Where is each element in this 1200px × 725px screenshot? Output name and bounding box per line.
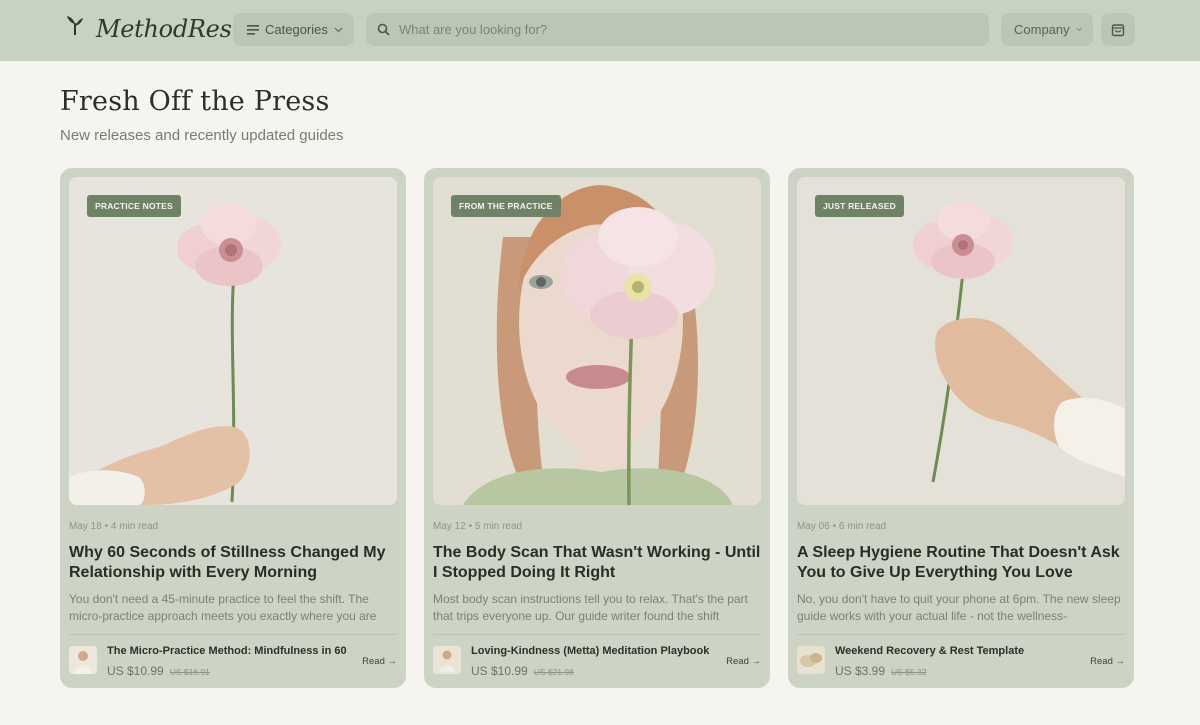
article-card[interactable]: JUST RELEASED May 06 • 6 min read A Slee… [788,168,1134,688]
article-title[interactable]: The Body Scan That Wasn't Working - Unti… [433,543,763,582]
current-price: US $10.99 [107,664,164,678]
article-meta: May 18 • 4 min read [69,521,159,532]
article-title[interactable]: A Sleep Hygiene Routine That Doesn't Ask… [797,543,1127,582]
product-thumbnail [69,646,97,674]
chevron-down-icon [1076,27,1083,32]
read-link[interactable]: Read → [1090,656,1125,667]
sprout-icon [67,16,83,35]
divider [797,634,1125,635]
article-excerpt: Most body scan instructions tell you to … [433,592,748,623]
company-label: Company [1014,22,1070,37]
current-price: US $10.99 [471,664,528,678]
article-image[interactable]: PRACTICE NOTES [69,177,397,505]
product-name[interactable]: The Micro-Practice Method: Mindfulness i… [107,645,357,657]
product-price: US $10.99 US $16.91 [107,664,210,678]
article-image[interactable]: FROM THE PRACTICE [433,177,761,505]
chevron-down-icon [334,27,343,32]
current-price: US $3.99 [835,664,886,678]
section-title: Fresh Off the Press [60,86,330,117]
article-image[interactable]: JUST RELEASED [797,177,1125,505]
menu-icon [247,24,259,35]
search-input[interactable]: What are you looking for? [399,22,547,37]
categories-label: Categories [265,22,328,37]
article-excerpt: You don't need a 45-minute practice to f… [69,592,377,623]
divider [69,634,397,635]
article-card[interactable]: PRACTICE NOTES May 18 • 4 min read Why 6… [60,168,406,688]
original-price: US $21.98 [533,667,574,677]
original-price: US $16.91 [169,667,210,677]
original-price: US $5.32 [891,667,927,677]
read-link[interactable]: Read → [362,656,397,667]
category-tag: FROM THE PRACTICE [451,195,561,217]
top-header: MethodRest Categories What are you looki… [0,0,1200,61]
company-dropdown[interactable]: Company [1001,13,1093,46]
article-meta: May 12 • 5 min read [433,521,523,532]
brand-logo[interactable]: MethodRest [66,14,241,43]
shopping-bag-icon [1111,23,1125,36]
article-card[interactable]: FROM THE PRACTICE May 12 • 5 min read Th… [424,168,770,688]
product-name[interactable]: Loving-Kindness (Metta) Meditation Playb… [471,645,721,657]
section-subtitle: New releases and recently updated guides [60,127,344,144]
cart-button[interactable] [1101,13,1135,46]
divider [433,634,761,635]
product-name[interactable]: Weekend Recovery & Rest Template [835,645,1085,657]
read-link[interactable]: Read → [726,656,761,667]
search-icon [377,23,390,36]
category-tag: PRACTICE NOTES [87,195,181,217]
article-meta: May 06 • 6 min read [797,521,887,532]
product-thumbnail [433,646,461,674]
product-price: US $3.99 US $5.32 [835,664,927,678]
product-thumbnail [797,646,825,674]
brand-name: MethodRest [96,15,241,43]
product-price: US $10.99 US $21.98 [471,664,574,678]
category-tag: JUST RELEASED [815,195,904,217]
search-bar[interactable]: What are you looking for? [366,13,989,46]
article-title[interactable]: Why 60 Seconds of Stillness Changed My R… [69,543,399,582]
categories-button[interactable]: Categories [233,13,354,46]
article-excerpt: No, you don't have to quit your phone at… [797,592,1121,623]
